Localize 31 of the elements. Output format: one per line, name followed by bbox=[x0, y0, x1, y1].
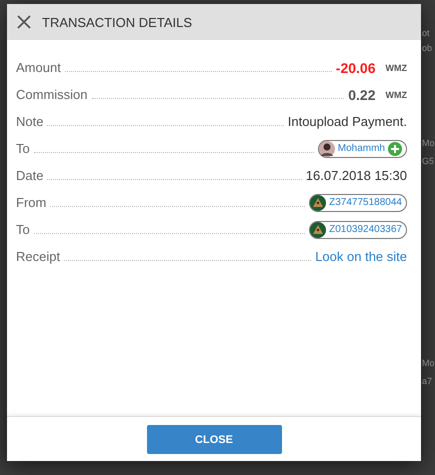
background-text: Mo bbox=[422, 137, 435, 150]
dialog-title: TRANSACTION DETAILS bbox=[42, 14, 192, 30]
currency-unit: WMZ bbox=[386, 90, 407, 100]
user-chip[interactable]: Mohammh bbox=[318, 140, 407, 158]
currency-unit: WMZ bbox=[386, 62, 407, 72]
detail-label: Receipt bbox=[16, 249, 60, 264]
avatar-icon bbox=[318, 140, 335, 156]
background-text: a7 bbox=[422, 375, 434, 388]
detail-label: Amount bbox=[16, 60, 61, 75]
detail-label: To bbox=[16, 141, 30, 156]
close-button[interactable]: CLOSE bbox=[146, 425, 282, 454]
close-icon[interactable] bbox=[16, 14, 32, 30]
detail-label: Note bbox=[16, 114, 44, 129]
background-text: G5 bbox=[422, 155, 435, 168]
amount-value: -20.06 bbox=[336, 60, 376, 76]
pyramid-icon bbox=[310, 222, 326, 238]
detail-label: Date bbox=[16, 168, 44, 183]
background-text: ot bbox=[422, 27, 431, 40]
background-text: ob bbox=[422, 42, 434, 55]
detail-value: Intoupload Payment. bbox=[288, 114, 407, 129]
amount-value: 0.22 bbox=[348, 86, 376, 102]
wallet-chip[interactable]: Z010392403367 bbox=[309, 220, 407, 238]
detail-label: To bbox=[16, 222, 30, 237]
detail-value: 16.07.2018 15:30 bbox=[306, 168, 407, 183]
pyramid-icon bbox=[310, 194, 326, 210]
site-link[interactable]: Look on the site bbox=[315, 249, 407, 264]
plus-icon[interactable] bbox=[388, 142, 402, 156]
background-text: Mo bbox=[422, 357, 435, 370]
detail-label: Commission bbox=[16, 87, 88, 102]
wallet-chip[interactable]: Z374775188044 bbox=[309, 194, 407, 212]
detail-label: From bbox=[16, 195, 46, 210]
